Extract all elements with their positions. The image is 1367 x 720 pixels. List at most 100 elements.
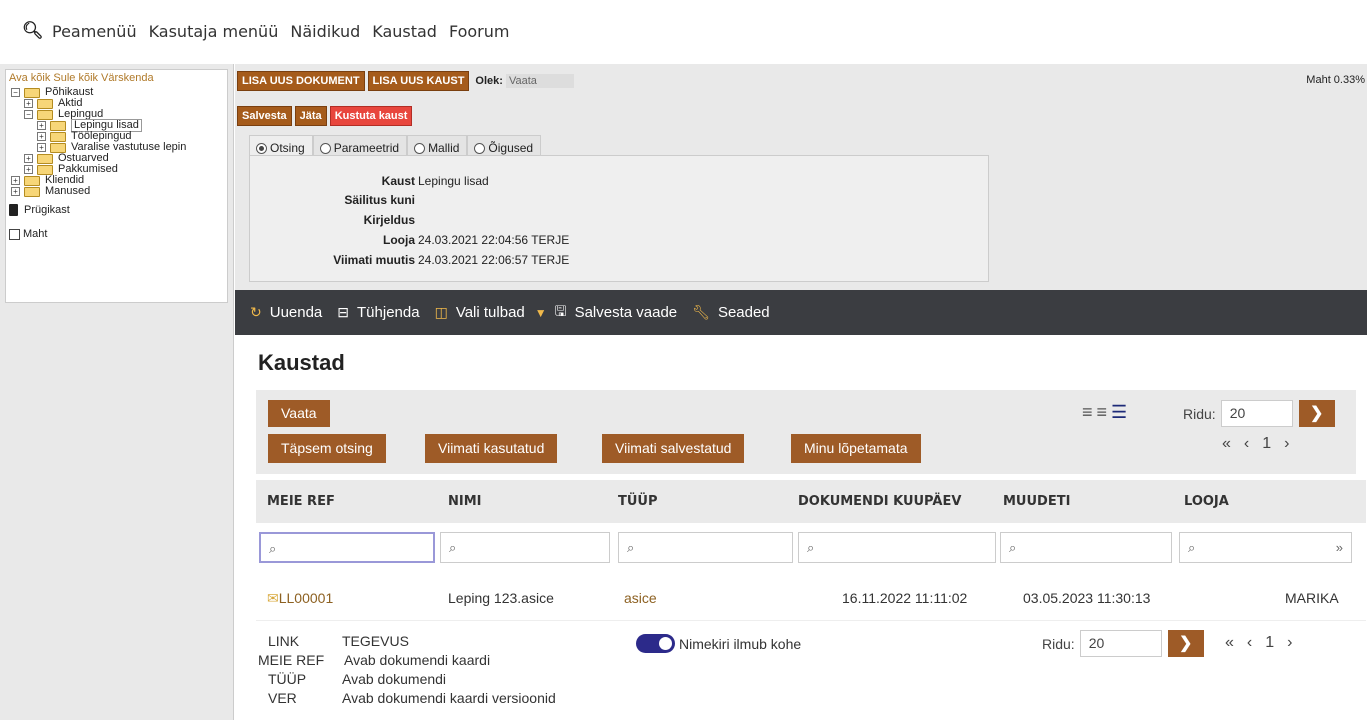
choose-columns-button[interactable]: ◫ Vali tulbad: [435, 304, 525, 321]
filter-nimi[interactable]: ⌕: [440, 532, 610, 563]
advanced-search-button[interactable]: Täpsem otsing: [268, 434, 386, 463]
row-tyyp-link[interactable]: asice: [624, 590, 657, 606]
tree-node-varalise[interactable]: + Varalise vastutuse lepin: [9, 142, 224, 153]
collapse-icon[interactable]: −: [24, 110, 33, 119]
leave-button[interactable]: Jäta: [294, 106, 327, 126]
rows-apply-button[interactable]: ❯: [1298, 400, 1335, 427]
toggle-switch[interactable]: [636, 634, 675, 653]
table-row: ✉LL00001 Leping 123.asice asice 16.11.20…: [256, 575, 1366, 620]
tree-node-pakkumised[interactable]: + Pakkumised: [9, 164, 224, 175]
nav-kaustad[interactable]: Kaustad: [372, 22, 437, 41]
my-unfinished-button[interactable]: Minu lõpetamata: [791, 434, 921, 463]
view-button[interactable]: Vaata: [268, 400, 330, 427]
page-title: Kaustad: [258, 350, 345, 375]
info-value: Lepingu lisad: [418, 174, 489, 188]
link-legend: LINK TEGEVUS MEIE REF Avab dokumendi kaard…: [256, 620, 1366, 720]
filter-tyyp[interactable]: ⌕: [618, 532, 793, 563]
nav-foorum[interactable]: Foorum: [449, 22, 510, 41]
rows-input[interactable]: 20: [1220, 400, 1293, 427]
folder-icon: [37, 153, 53, 164]
normal-view-icon[interactable]: ≡: [1097, 402, 1108, 423]
tab-label: Õigused: [488, 141, 534, 155]
rows-apply-button[interactable]: ❯: [1167, 630, 1204, 657]
col-meie-ref[interactable]: MEIE REF: [267, 494, 335, 509]
compact-view-icon[interactable]: ≡: [1082, 402, 1093, 423]
collapse-icon[interactable]: −: [11, 88, 20, 97]
instant-list-toggle[interactable]: Nimekiri ilmub kohe: [636, 634, 801, 653]
clear-button[interactable]: ⊟ Tühjenda: [337, 304, 419, 321]
info-value: 24.03.2021 22:04:56 TERJE: [418, 233, 570, 247]
maht-checkbox[interactable]: [9, 228, 20, 240]
tree-node-pohikaust[interactable]: − Põhikaust: [9, 87, 224, 98]
settings-button[interactable]: 🔧︎ Seaded: [692, 304, 770, 321]
legend-key: TÜÜP: [268, 671, 307, 687]
caret-down-icon[interactable]: ▼: [535, 306, 547, 320]
nav-peamenuu[interactable]: Peamenüü: [52, 22, 137, 41]
radio-icon: [414, 142, 426, 154]
refresh-button[interactable]: ↻ Uuenda: [250, 304, 322, 321]
tree-node-manused[interactable]: + Manused: [9, 186, 224, 197]
row-looja: MARIKA: [1285, 590, 1339, 606]
filter-kuupaev[interactable]: ⌕: [798, 532, 996, 563]
expand-icon[interactable]: +: [37, 143, 46, 152]
filter-meie-ref[interactable]: ⌕: [259, 532, 435, 563]
trash-item[interactable]: Prügikast: [9, 203, 224, 217]
prev-page-icon[interactable]: ‹: [1244, 435, 1249, 453]
recently-saved-button[interactable]: Viimati salvestatud: [602, 434, 745, 463]
info-row-muutis: Viimati muutis 24.03.2021 22:06:57 TERJE: [250, 253, 710, 267]
wrench-icon: 🔧︎: [692, 304, 710, 320]
expand-icon[interactable]: +: [24, 99, 33, 108]
prev-page-icon[interactable]: ‹: [1247, 634, 1252, 652]
expand-icon[interactable]: +: [37, 132, 46, 141]
first-page-icon[interactable]: «: [1225, 634, 1234, 652]
tab-label: Mallid: [428, 141, 460, 155]
expand-all-link[interactable]: Ava kõik: [9, 72, 50, 84]
settings-label: Seaded: [717, 304, 770, 321]
add-document-button[interactable]: LISA UUS DOKUMENT: [237, 71, 365, 91]
search-icon[interactable]: 🔍︎: [22, 21, 52, 41]
col-looja[interactable]: LOOJA: [1184, 494, 1229, 509]
filter-muudeti[interactable]: ⌕: [1000, 532, 1172, 563]
col-nimi[interactable]: NIMI: [448, 494, 482, 509]
expand-columns-icon[interactable]: »: [1336, 533, 1343, 562]
recently-used-button[interactable]: Viimati kasutatud: [425, 434, 558, 463]
tree-node-aktid[interactable]: + Aktid: [9, 98, 224, 109]
expand-icon[interactable]: +: [24, 165, 33, 174]
maht-checkbox-row[interactable]: Maht: [9, 227, 224, 241]
search-icon: ⌕: [627, 540, 635, 555]
legend-key: VER: [268, 690, 297, 706]
next-page-icon[interactable]: ›: [1287, 634, 1292, 652]
row-ref-link[interactable]: ✉LL00001: [267, 590, 333, 607]
col-kuupaev[interactable]: DOKUMENDI KUUPÄEV: [798, 494, 961, 509]
folder-detail-area: LISA UUS DOKUMENT LISA UUS KAUST Olek: V…: [235, 64, 1367, 290]
collapse-all-link[interactable]: Sule kõik: [53, 72, 98, 84]
filter-looja[interactable]: ⌕»: [1179, 532, 1352, 563]
expand-icon[interactable]: +: [24, 154, 33, 163]
rows-input[interactable]: 20: [1079, 630, 1162, 657]
refresh-link[interactable]: Värskenda: [101, 72, 154, 84]
search-icon: ⌕: [1009, 540, 1017, 555]
expand-icon[interactable]: +: [11, 176, 20, 185]
search-icon: ⌕: [449, 540, 457, 555]
toggle-label: Nimekiri ilmub kohe: [679, 635, 802, 652]
add-folder-button[interactable]: LISA UUS KAUST: [367, 71, 470, 91]
next-page-icon[interactable]: ›: [1284, 435, 1289, 453]
density-toggles: ≡ ≡ ☰: [1082, 402, 1127, 423]
folder-icon: [24, 175, 40, 186]
delete-folder-button[interactable]: Kustuta kaust: [329, 106, 413, 126]
save-button[interactable]: Salvesta: [237, 106, 292, 126]
info-row-sailitus: Säilitus kuni: [250, 193, 710, 207]
legend-key: LINK: [268, 633, 300, 649]
pager-bottom: « ‹ 1 ›: [1225, 634, 1292, 652]
nav-kasutaja-menuu[interactable]: Kasutaja menüü: [149, 22, 279, 41]
first-page-icon[interactable]: «: [1222, 435, 1231, 453]
nav-naidikud[interactable]: Näidikud: [290, 22, 360, 41]
col-tyyp[interactable]: TÜÜP: [618, 494, 658, 509]
wide-view-icon[interactable]: ☰: [1111, 402, 1127, 423]
expand-icon[interactable]: +: [11, 187, 20, 196]
tree-node-kliendid[interactable]: + Kliendid: [9, 175, 224, 186]
save-view-label: Salvesta vaade: [574, 304, 678, 321]
col-muudeti[interactable]: MUUDETI: [1003, 494, 1070, 509]
save-view-button[interactable]: ▼ 🖫 Salvesta vaade: [535, 301, 677, 325]
expand-icon[interactable]: +: [37, 121, 46, 130]
